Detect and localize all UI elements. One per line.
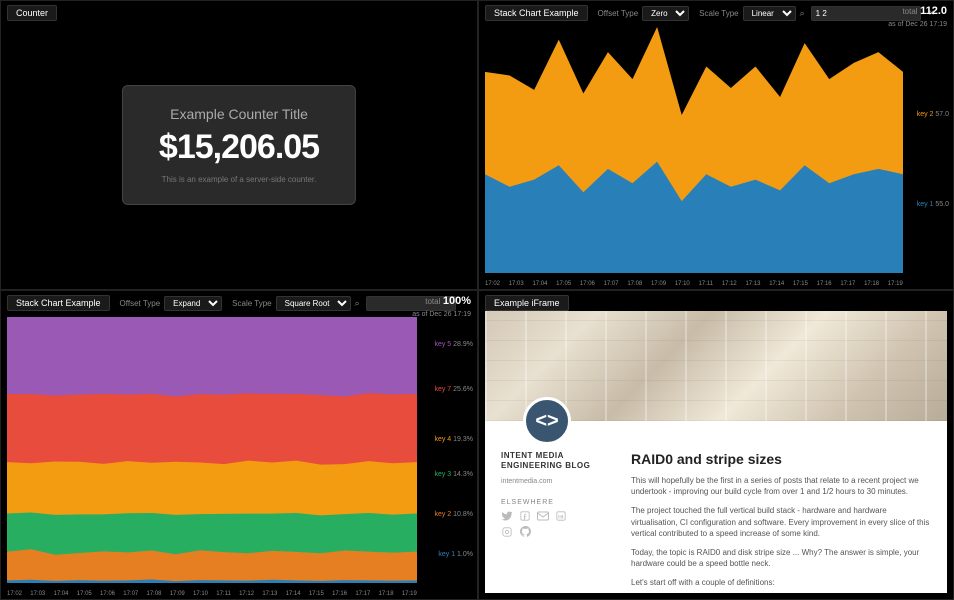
x-axis: 17:0217:0317:0417:0517:0617:0717:0817:09…	[7, 591, 417, 597]
offset-type-select[interactable]: Zero	[642, 6, 689, 21]
stack-chart-2-panel: Stack Chart Example Offset Type Expand S…	[0, 290, 478, 600]
counter-title: Example Counter Title	[159, 106, 319, 122]
blog-link[interactable]: intentmedia.com	[501, 478, 611, 485]
legend-key1: key 1 55.0	[917, 201, 949, 208]
panel-header: Stack Chart Example Offset Type Expand S…	[1, 291, 477, 315]
scale-type-select[interactable]: Linear	[743, 6, 796, 21]
panel-title: Stack Chart Example	[485, 5, 588, 21]
legend-key2: key 2 57.0	[917, 111, 949, 118]
linkedin-icon[interactable]	[555, 510, 567, 522]
search-icon: ⌕	[355, 298, 360, 309]
legend-item: key 4 19.3%	[434, 436, 473, 443]
total-readout: total 100% as of Dec 26 17:19	[412, 295, 471, 320]
panel-title: Example iFrame	[485, 295, 569, 311]
post-title: RAID0 and stripe sizes	[631, 451, 931, 467]
scale-type-select[interactable]: Square Root	[276, 296, 351, 311]
post-paragraph: Today, the topic is RAID0 and disk strip…	[631, 547, 931, 569]
github-icon[interactable]	[519, 526, 531, 538]
counter-subtitle: This is an example of a server-side coun…	[159, 175, 319, 184]
social-row-2	[501, 526, 611, 538]
hero-image: <>	[485, 311, 947, 421]
legend-item: key 2 10.8%	[434, 511, 473, 518]
panel-title: Counter	[7, 5, 57, 21]
total-readout: total 112.0 as of Dec 26 17:19	[888, 5, 947, 30]
counter-value: $15,206.05	[159, 128, 319, 167]
blog-main: RAID0 and stripe sizes This will hopeful…	[631, 451, 931, 593]
blog-body: INTENT MEDIA ENGINEERING BLOG intentmedi…	[485, 421, 947, 593]
post-paragraph: This will hopefully be the first in a se…	[631, 475, 931, 497]
blog-sidebar: INTENT MEDIA ENGINEERING BLOG intentmedi…	[501, 451, 611, 593]
stack-chart-2[interactable]	[7, 317, 417, 583]
counter-panel: Counter Example Counter Title $15,206.05…	[0, 0, 478, 290]
legend-item: key 1 1.0%	[438, 551, 473, 558]
avatar: <>	[523, 397, 571, 445]
facebook-icon[interactable]	[519, 510, 531, 522]
elsewhere-label: ELSEWHERE	[501, 499, 611, 506]
panel-header: Stack Chart Example Offset Type Zero Sca…	[479, 1, 953, 25]
scale-type-label: Scale Type	[232, 299, 271, 308]
offset-type-label: Offset Type	[120, 299, 161, 308]
blog-title: INTENT MEDIA ENGINEERING BLOG	[501, 451, 611, 472]
legend-item: key 3 14.3%	[434, 471, 473, 478]
social-row	[501, 510, 611, 522]
counter-card: Example Counter Title $15,206.05 This is…	[122, 85, 356, 205]
legend-item: key 7 25.6%	[434, 386, 473, 393]
offset-type-label: Offset Type	[598, 9, 639, 18]
x-axis: 17:0217:0317:0417:0517:0617:0717:0817:09…	[485, 281, 903, 287]
twitter-icon[interactable]	[501, 510, 513, 522]
scale-type-label: Scale Type	[699, 9, 738, 18]
offset-type-select[interactable]: Expand	[164, 296, 222, 311]
stack-chart-1[interactable]	[485, 27, 903, 273]
iframe-panel: Example iFrame <> INTENT MEDIA ENGINEERI…	[478, 290, 954, 600]
panel-title: Stack Chart Example	[7, 295, 110, 311]
stack-chart-1-panel: Stack Chart Example Offset Type Zero Sca…	[478, 0, 954, 290]
iframe-content[interactable]: <> INTENT MEDIA ENGINEERING BLOG intentm…	[485, 311, 947, 593]
post-paragraph: The project touched the full vertical bu…	[631, 505, 931, 539]
post-paragraph: Let's start off with a couple of definit…	[631, 577, 931, 588]
email-icon[interactable]	[537, 510, 549, 522]
legend-item: key 5 28.9%	[434, 341, 473, 348]
instagram-icon[interactable]	[501, 526, 513, 538]
search-icon: ⌕	[800, 8, 805, 19]
panel-header: Counter	[1, 1, 477, 25]
